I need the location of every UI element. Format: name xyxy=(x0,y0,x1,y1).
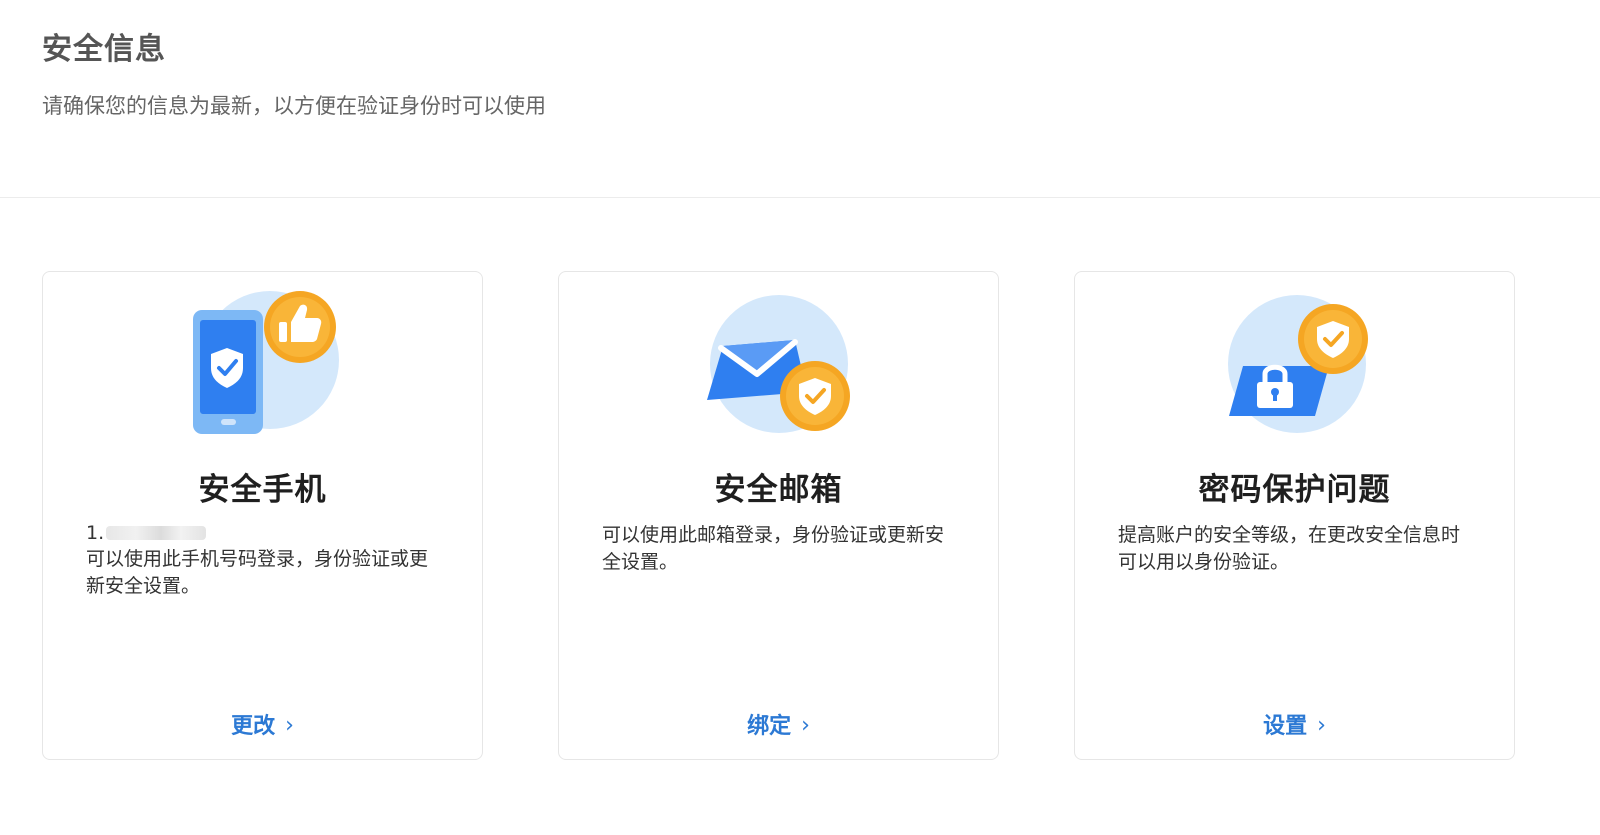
action-label: 更改 xyxy=(231,714,276,739)
chevron-right-icon: › xyxy=(801,713,810,738)
bind-email-button[interactable]: 绑定 › xyxy=(559,708,998,740)
phone-number-prefix: 1. xyxy=(86,522,105,544)
page-subtitle: 请确保您的信息为最新，以方便在验证身份时可以使用 xyxy=(42,94,546,118)
card-description: 可以使用此邮箱登录，身份验证或更新安全设置。 xyxy=(602,524,945,573)
phone-number: 1. xyxy=(86,522,207,544)
change-phone-button[interactable]: 更改 › xyxy=(43,708,482,740)
action-label: 设置 xyxy=(1263,714,1308,739)
security-question-card: 密码保护问题 提高账户的安全等级，在更改安全信息时可以用以身份验证。 设置 › xyxy=(1074,271,1515,760)
chevron-right-icon: › xyxy=(1317,713,1326,738)
card-description: 提高账户的安全等级，在更改安全信息时可以用以身份验证。 xyxy=(1118,524,1461,573)
envelope-shield-icon xyxy=(707,295,850,433)
card-title: 密码保护问题 xyxy=(1198,472,1391,508)
card-description: 可以使用此手机号码登录，身份验证或更新安全设置。 xyxy=(86,548,429,597)
lock-shield-icon xyxy=(1228,295,1368,433)
card-title: 安全邮箱 xyxy=(714,472,843,508)
security-email-card: 安全邮箱 可以使用此邮箱登录，身份验证或更新安全设置。 绑定 › xyxy=(558,271,999,760)
phone-shield-thumbs-up-icon xyxy=(193,291,339,434)
card-title: 安全手机 xyxy=(198,472,327,508)
page-header: 安全信息 请确保您的信息为最新，以方便在验证身份时可以使用 xyxy=(0,0,1600,198)
page-title: 安全信息 xyxy=(42,32,166,67)
security-phone-card: 安全手机 1. 可以使用此手机号码登录，身份验证或更新安全设置。 更改 › xyxy=(42,271,483,760)
chevron-right-icon: › xyxy=(285,713,294,738)
masked-phone-digits xyxy=(106,526,207,540)
set-security-question-button[interactable]: 设置 › xyxy=(1075,708,1514,740)
action-label: 绑定 xyxy=(747,714,792,739)
